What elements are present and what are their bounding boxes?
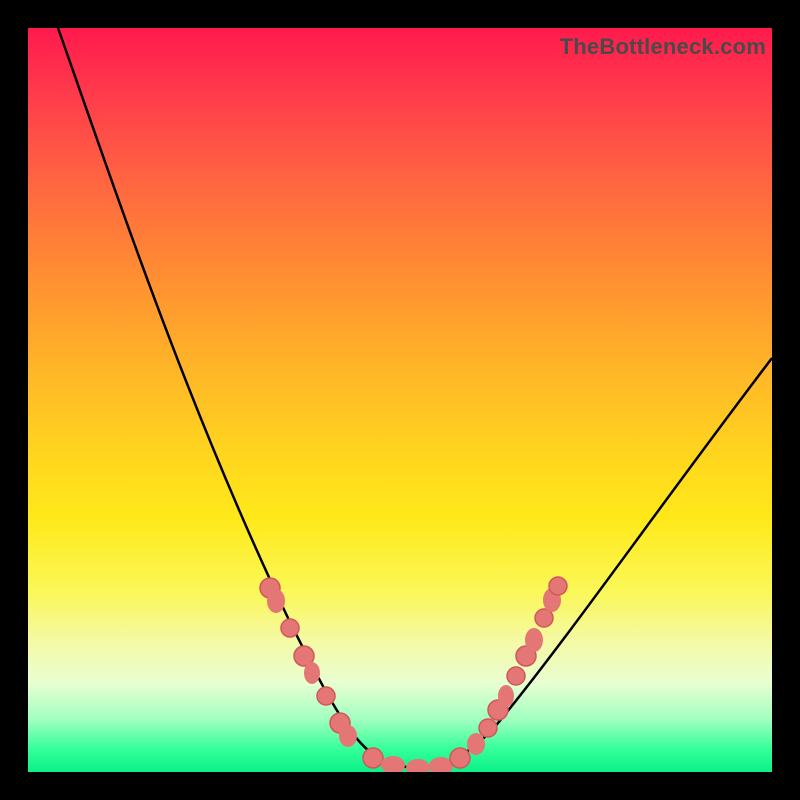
marker-dot: [467, 733, 485, 755]
plot-area: TheBottleneck.com: [28, 28, 772, 772]
marker-dot: [281, 619, 299, 637]
marker-dot: [339, 725, 357, 747]
marker-dot: [525, 628, 543, 652]
marker-dot: [450, 748, 470, 768]
marker-dot: [406, 759, 430, 772]
marker-dot: [363, 748, 383, 768]
marker-dot: [381, 756, 405, 772]
marker-dot: [479, 719, 497, 737]
marker-dot: [549, 577, 567, 595]
marker-dot: [498, 685, 514, 707]
marker-dot: [267, 589, 285, 613]
chart-frame: TheBottleneck.com: [0, 0, 800, 800]
bottleneck-curve: [28, 28, 772, 772]
marker-dot: [317, 687, 335, 705]
marker-dot: [304, 662, 320, 684]
marker-dot: [507, 667, 525, 685]
curve-path: [58, 28, 772, 767]
